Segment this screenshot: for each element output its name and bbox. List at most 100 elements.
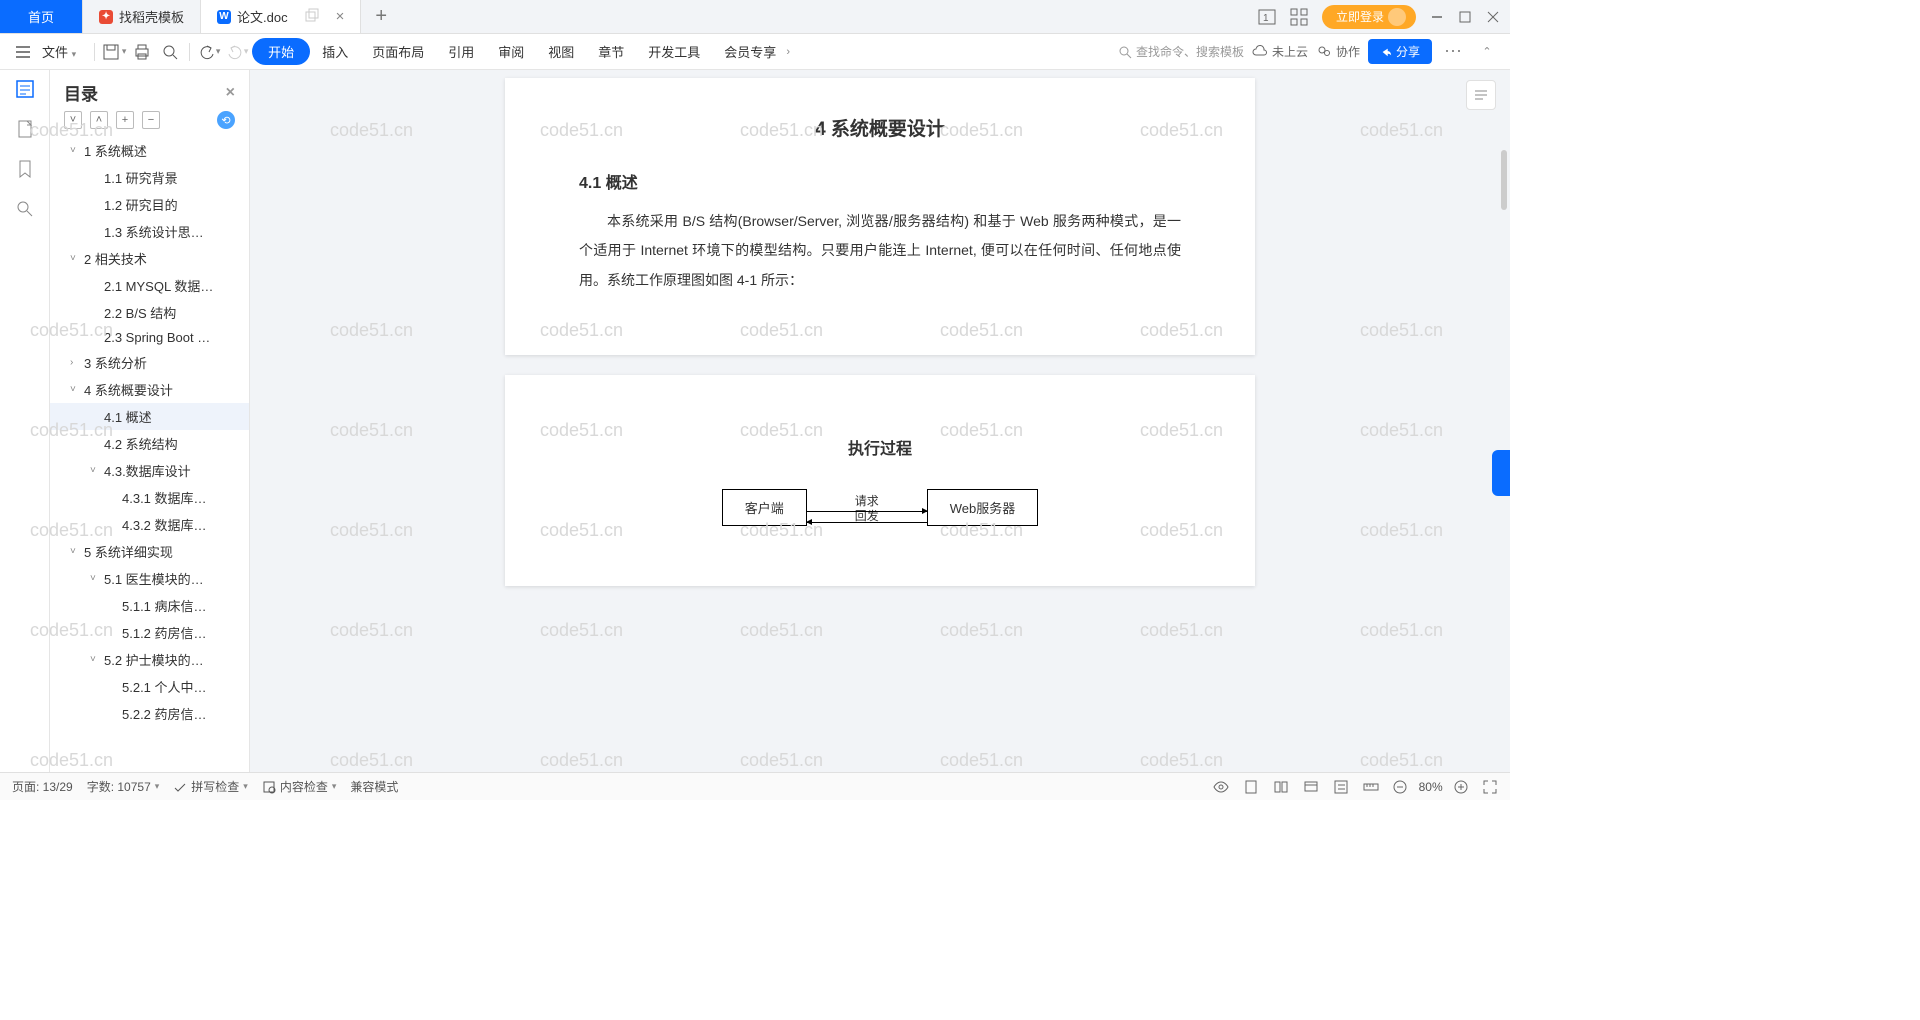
- view-web-icon[interactable]: [1303, 779, 1319, 795]
- undo-icon[interactable]: ▾: [196, 39, 222, 65]
- page-indicator[interactable]: 页面: 13/29: [12, 778, 73, 795]
- outline-node[interactable]: 5.1.1 病床信…: [50, 592, 249, 619]
- page-13: 4 系统概要设计 4.1 概述 本系统采用 B/S 结构(Browser/Ser…: [505, 78, 1255, 355]
- remove-heading-icon[interactable]: −: [142, 111, 160, 129]
- outline-node[interactable]: 1.1 研究背景: [50, 164, 249, 191]
- apps-icon[interactable]: [1290, 8, 1308, 26]
- content-check-button[interactable]: 内容检查 ▾: [262, 778, 337, 795]
- diagram-title: 执行过程: [579, 435, 1181, 459]
- collapse-all-icon[interactable]: ˅: [64, 111, 82, 129]
- word-count[interactable]: 字数: 10757 ▾: [87, 778, 160, 795]
- print-icon[interactable]: [129, 39, 155, 65]
- redo-icon[interactable]: ▾: [224, 39, 250, 65]
- outline-node[interactable]: 4.3.1 数据库…: [50, 484, 249, 511]
- outline-node[interactable]: ˅1 系统概述: [50, 137, 249, 164]
- eye-icon[interactable]: [1213, 779, 1229, 795]
- duplicate-icon[interactable]: [304, 8, 322, 26]
- menu-开始[interactable]: 开始: [252, 38, 310, 65]
- outline-panel: 目录 × ˅ ˄ + − ⟲ ˅1 系统概述1.1 研究背景1.2 研究目的1.…: [50, 70, 250, 772]
- outline-node[interactable]: ˅5.2 护士模块的…: [50, 646, 249, 673]
- outline-node[interactable]: ˅4 系统概要设计: [50, 376, 249, 403]
- page-rail-icon[interactable]: [14, 118, 36, 140]
- close-outline-icon[interactable]: ×: [226, 84, 235, 102]
- ruler-icon[interactable]: [1363, 779, 1379, 795]
- outline-node[interactable]: 5.2.1 个人中…: [50, 673, 249, 700]
- outline-node[interactable]: 2.2 B/S 结构: [50, 299, 249, 326]
- vertical-scrollbar[interactable]: [1500, 70, 1508, 772]
- arrow-right-icon: [807, 511, 927, 512]
- file-menu[interactable]: 文件 ▾: [38, 38, 88, 65]
- menu-插入[interactable]: 插入: [310, 38, 360, 65]
- outline-title: 目录: [64, 80, 98, 105]
- menu-会员专享[interactable]: 会员专享: [712, 38, 788, 65]
- outline-node[interactable]: ˅4.3.数据库设计: [50, 457, 249, 484]
- view-read-icon[interactable]: [1273, 779, 1289, 795]
- tab-label: 找稻壳模板: [119, 7, 184, 26]
- add-heading-icon[interactable]: +: [116, 111, 134, 129]
- diagram-client-box: 客户端: [722, 489, 807, 526]
- search-rail-icon[interactable]: [14, 198, 36, 220]
- outline-node[interactable]: 2.3 Spring Boot …: [50, 326, 249, 349]
- share-button[interactable]: 分享: [1368, 39, 1432, 64]
- menu-审阅[interactable]: 审阅: [486, 38, 536, 65]
- outline-rail-icon[interactable]: [14, 78, 36, 100]
- sync-icon[interactable]: ⟲: [217, 111, 235, 129]
- feedback-tab[interactable]: [1492, 450, 1510, 496]
- menu-开发工具[interactable]: 开发工具: [636, 38, 712, 65]
- menu-章节[interactable]: 章节: [586, 38, 636, 65]
- diagram-server-box: Web服务器: [927, 489, 1039, 526]
- expand-all-icon[interactable]: ˄: [90, 111, 108, 129]
- command-search[interactable]: 查找命令、搜索模板: [1118, 43, 1244, 60]
- document-canvas[interactable]: 4 系统概要设计 4.1 概述 本系统采用 B/S 结构(Browser/Ser…: [250, 70, 1510, 772]
- view-outline-icon[interactable]: [1333, 779, 1349, 795]
- outline-node[interactable]: ˅2 相关技术: [50, 245, 249, 272]
- outline-node[interactable]: 1.3 系统设计思…: [50, 218, 249, 245]
- compat-mode[interactable]: 兼容模式: [350, 778, 398, 795]
- outline-node[interactable]: 4.2 系统结构: [50, 430, 249, 457]
- preview-icon[interactable]: [157, 39, 183, 65]
- close-icon[interactable]: ×: [336, 8, 345, 25]
- cloud-status[interactable]: 未上云: [1252, 43, 1308, 60]
- titlebar-right: 1 立即登录: [1258, 0, 1510, 33]
- menu-视图[interactable]: 视图: [536, 38, 586, 65]
- minimize-icon[interactable]: [1430, 10, 1444, 24]
- outline-node[interactable]: 2.1 MYSQL 数据…: [50, 272, 249, 299]
- outline-node[interactable]: 4.3.2 数据库…: [50, 511, 249, 538]
- page-14: 执行过程 客户端 请求 回发 Web服务器: [505, 375, 1255, 586]
- more-icon[interactable]: ⋯: [1440, 39, 1466, 65]
- menu-引用[interactable]: 引用: [436, 38, 486, 65]
- tab-templates[interactable]: ✦ 找稻壳模板: [83, 0, 201, 33]
- fullscreen-icon[interactable]: [1482, 779, 1498, 795]
- search-placeholder: 查找命令、搜索模板: [1136, 43, 1244, 60]
- avatar-icon: [1388, 8, 1406, 26]
- view-single-icon[interactable]: [1243, 779, 1259, 795]
- outline-node[interactable]: 5.1.2 药房信…: [50, 619, 249, 646]
- hamburger-icon[interactable]: [10, 39, 36, 65]
- collapse-ribbon-icon[interactable]: ⌃: [1474, 39, 1500, 65]
- window-close-icon[interactable]: [1486, 10, 1500, 24]
- menu-页面布局[interactable]: 页面布局: [360, 38, 436, 65]
- collab-button[interactable]: 协作: [1316, 43, 1360, 60]
- new-tab-button[interactable]: +: [361, 0, 401, 33]
- sidepanel-toggle[interactable]: [1466, 80, 1496, 110]
- bookmark-rail-icon[interactable]: [14, 158, 36, 180]
- outline-node[interactable]: 4.1 概述: [50, 403, 249, 430]
- tab-document[interactable]: W 论文.doc ×: [201, 0, 361, 33]
- login-button[interactable]: 立即登录: [1322, 5, 1416, 29]
- outline-node[interactable]: 5.2.2 药房信…: [50, 700, 249, 727]
- save-icon[interactable]: ▾: [101, 39, 127, 65]
- main-area: 目录 × ˅ ˄ + − ⟲ ˅1 系统概述1.1 研究背景1.2 研究目的1.…: [0, 70, 1510, 772]
- ribbon-menubar: 文件 ▾ ▾ ▾ ▾ 开始插入页面布局引用审阅视图章节开发工具会员专享 › 查找…: [0, 34, 1510, 70]
- left-rail: [0, 70, 50, 772]
- outline-node[interactable]: ›3 系统分析: [50, 349, 249, 376]
- outline-node[interactable]: ˅5 系统详细实现: [50, 538, 249, 565]
- maximize-icon[interactable]: [1458, 10, 1472, 24]
- outline-node[interactable]: 1.2 研究目的: [50, 191, 249, 218]
- layout-icon[interactable]: 1: [1258, 8, 1276, 26]
- tab-home[interactable]: 首页: [0, 0, 83, 33]
- spellcheck-button[interactable]: 拼写检查 ▾: [173, 778, 248, 795]
- zoom-control[interactable]: 80%: [1393, 780, 1468, 794]
- tab-label: 论文.doc: [237, 7, 288, 26]
- outline-node[interactable]: ˅5.1 医生模块的…: [50, 565, 249, 592]
- outline-tree[interactable]: ˅1 系统概述1.1 研究背景1.2 研究目的1.3 系统设计思…˅2 相关技术…: [50, 137, 249, 772]
